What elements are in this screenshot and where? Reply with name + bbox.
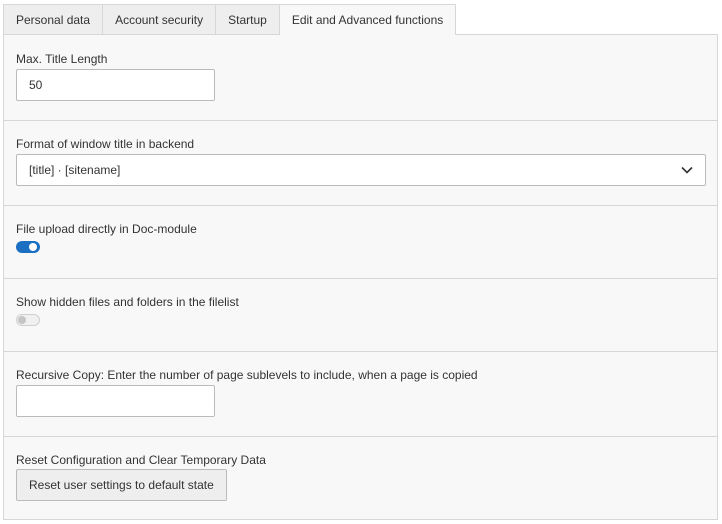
file-upload-doc-module-label: File upload directly in Doc-module (16, 222, 197, 236)
reset-user-settings-button[interactable]: Reset user settings to default state (16, 469, 227, 501)
tab-personal-data[interactable]: Personal data (3, 4, 104, 34)
window-title-format-select[interactable]: [title] · [sitename] (16, 154, 706, 186)
section-recursive-copy: Recursive Copy: Enter the number of page… (4, 351, 717, 437)
window-title-format-value: [title] · [sitename] (29, 163, 121, 177)
recursive-copy-input[interactable] (16, 385, 215, 417)
section-window-title-format: Format of window title in backend [title… (4, 120, 717, 206)
reset-configuration-label: Reset Configuration and Clear Temporary … (16, 453, 266, 467)
tab-account-security[interactable]: Account security (102, 4, 217, 34)
settings-panel: Max. Title Length 50 Format of window ti… (3, 34, 718, 520)
chevron-down-icon (681, 166, 693, 174)
tab-edit-advanced-functions[interactable]: Edit and Advanced functions (278, 4, 457, 35)
max-title-length-input[interactable]: 50 (16, 69, 215, 101)
section-file-upload-doc-module: File upload directly in Doc-module (4, 205, 717, 279)
section-show-hidden-files: Show hidden files and folders in the fil… (4, 278, 717, 352)
section-reset-configuration: Reset Configuration and Clear Temporary … (4, 436, 717, 519)
toggle-knob (18, 316, 26, 324)
settings-tabs: Personal data Account security Startup E… (3, 4, 457, 35)
toggle-knob (29, 243, 37, 251)
max-title-length-label: Max. Title Length (16, 52, 108, 66)
recursive-copy-label: Recursive Copy: Enter the number of page… (16, 368, 478, 382)
show-hidden-files-label: Show hidden files and folders in the fil… (16, 295, 239, 309)
tab-startup[interactable]: Startup (215, 4, 280, 34)
max-title-length-value: 50 (29, 78, 43, 92)
window-title-format-label: Format of window title in backend (16, 137, 195, 151)
section-max-title-length: Max. Title Length 50 (4, 35, 717, 121)
show-hidden-files-toggle[interactable] (16, 314, 40, 326)
file-upload-doc-module-toggle[interactable] (16, 241, 40, 253)
